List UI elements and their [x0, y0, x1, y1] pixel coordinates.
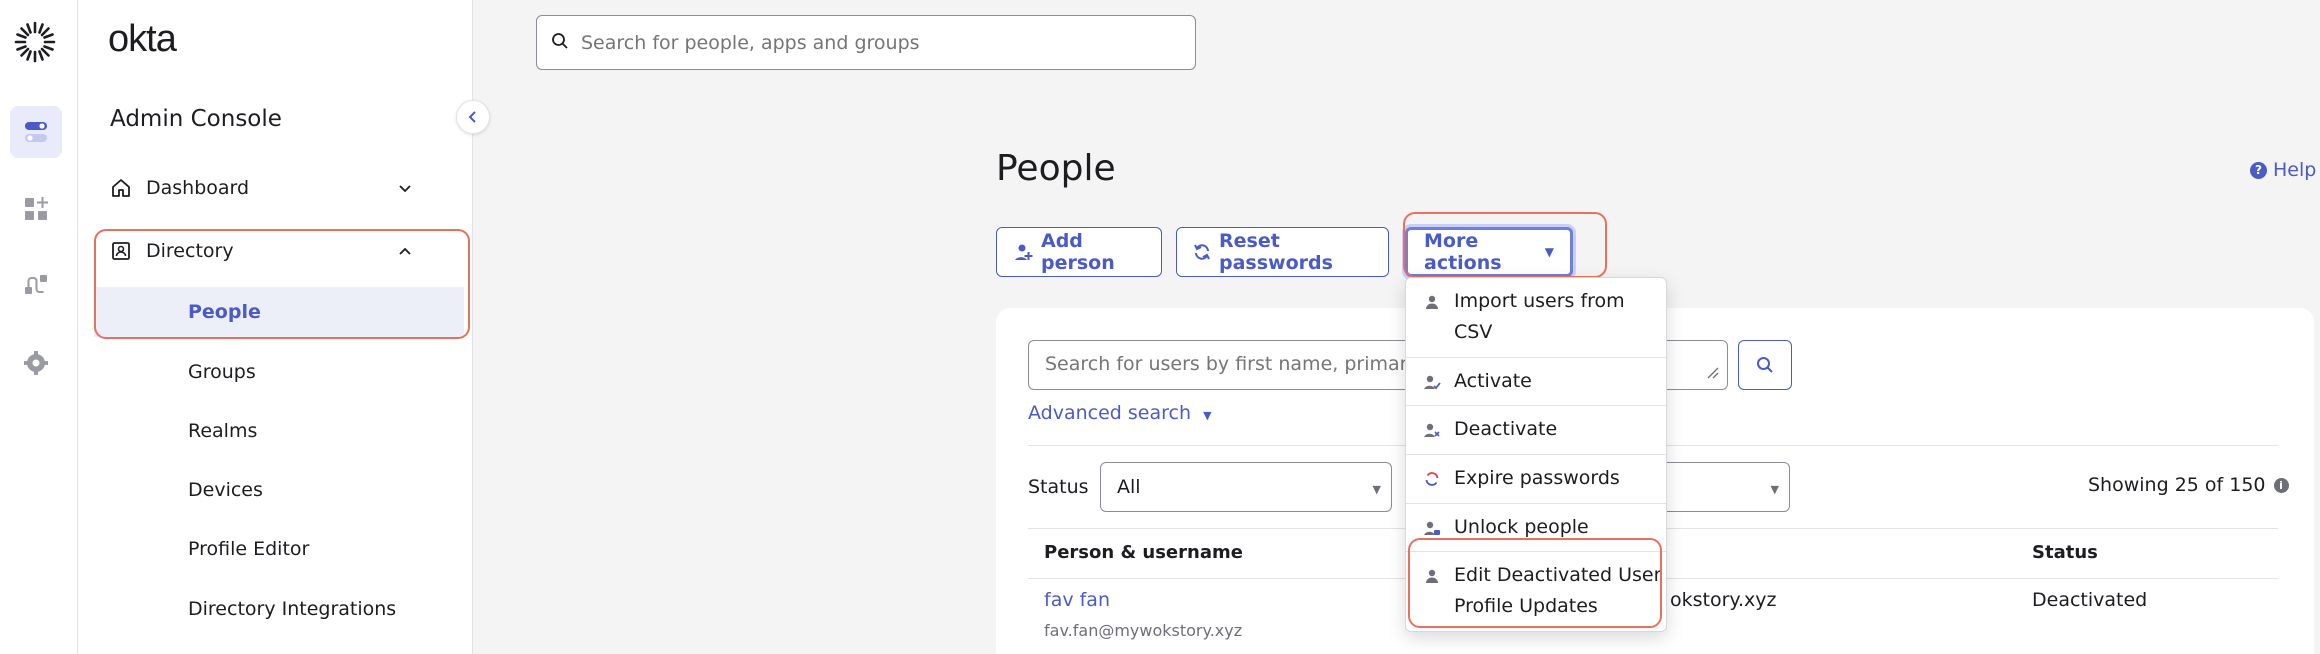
- okta-sunburst-logo[interactable]: [12, 19, 58, 65]
- menu-divider: [1406, 405, 1666, 406]
- chevron-down-icon: [397, 179, 413, 201]
- menu-item-edit-line1: Edit Deactivated User: [1454, 564, 1662, 586]
- sidebar-item-realms[interactable]: Realms: [94, 406, 464, 456]
- nav-directory-label: Directory: [146, 240, 234, 262]
- okta-wordmark: okta: [108, 18, 177, 60]
- person-status: Deactivated: [2032, 589, 2148, 611]
- menu-divider: [1406, 503, 1666, 504]
- caret-down-icon: ▼: [1544, 245, 1554, 259]
- refresh-icon: [1422, 463, 1442, 494]
- caret-down-icon: ▼: [1372, 483, 1381, 496]
- menu-item-unlock-people-label: Unlock people: [1454, 516, 1589, 538]
- global-search[interactable]: [536, 15, 1196, 70]
- menu-item-activate[interactable]: Activate: [1406, 366, 1666, 397]
- console-title: Admin Console: [110, 106, 282, 132]
- directory-icon: [108, 238, 134, 264]
- status-filter-select[interactable]: All ▼: [1100, 462, 1392, 512]
- menu-item-edit-deactivated-profile[interactable]: Edit Deactivated User Profile Updates: [1406, 560, 1666, 622]
- chevron-up-icon: [397, 242, 413, 264]
- more-actions-label: More actions: [1424, 230, 1502, 274]
- menu-item-expire-passwords[interactable]: Expire passwords: [1406, 463, 1666, 494]
- menu-item-deactivate-label: Deactivate: [1454, 418, 1558, 440]
- person-name-link[interactable]: fav fan: [1044, 589, 1110, 611]
- menu-item-import-csv[interactable]: Import users from CSV: [1406, 286, 1666, 348]
- column-header-status[interactable]: Status: [2032, 542, 2098, 563]
- menu-item-unlock-people[interactable]: Unlock people: [1406, 512, 1666, 543]
- resize-handle-icon: [1705, 364, 1719, 383]
- nav-dashboard[interactable]: Dashboard: [108, 165, 443, 211]
- menu-item-edit-line2: Profile Updates: [1454, 595, 1598, 617]
- menu-item-expire-passwords-label: Expire passwords: [1454, 467, 1620, 489]
- person-email: okstory.xyz: [1670, 589, 1777, 611]
- person-icon: [1422, 560, 1442, 591]
- caret-down-icon: ▼: [1203, 409, 1212, 422]
- more-actions-button[interactable]: More actions ▼: [1405, 227, 1573, 277]
- collapse-sidebar-button[interactable]: [456, 100, 490, 134]
- menu-divider: [1406, 357, 1666, 358]
- sidebar-item-devices[interactable]: Devices: [94, 465, 464, 515]
- more-actions-menu: Import users from CSV Activate Deactivat…: [1405, 277, 1667, 632]
- person-check-icon: [1422, 366, 1442, 397]
- chevron-left-icon: [468, 111, 476, 123]
- menu-item-deactivate[interactable]: Deactivate: [1406, 414, 1666, 445]
- person-icon: [1422, 286, 1442, 317]
- info-icon: i: [2273, 477, 2289, 493]
- help-icon: ?: [2250, 161, 2267, 179]
- rail-toggle-icon[interactable]: [10, 106, 62, 158]
- status-filter-label: Status: [1028, 476, 1089, 498]
- advanced-search-label: Advanced search: [1028, 402, 1192, 424]
- add-person-label: Add person: [1041, 230, 1115, 274]
- help-label: Help: [2273, 159, 2317, 181]
- person-username: fav.fan@mywokstory.xyz: [1044, 621, 1243, 640]
- menu-item-activate-label: Activate: [1454, 370, 1532, 392]
- reset-passwords-button[interactable]: Reset passwords: [1176, 227, 1389, 277]
- results-count: Showing 25 of 150 i: [2088, 474, 2289, 496]
- menu-item-import-line1: Import users from: [1454, 290, 1625, 312]
- refresh-icon: [1193, 243, 1211, 261]
- advanced-search-link[interactable]: Advanced search ▼: [1028, 402, 1212, 424]
- sidebar-item-people[interactable]: People: [94, 287, 464, 337]
- nav-directory[interactable]: Directory: [108, 228, 443, 274]
- rail-workflow-icon[interactable]: [10, 259, 62, 311]
- column-header-person[interactable]: Person & username: [1044, 542, 1243, 563]
- rail-add-app-icon[interactable]: [10, 183, 62, 235]
- rail-settings-icon[interactable]: [10, 337, 62, 389]
- help-link[interactable]: ? Help: [2250, 159, 2316, 181]
- person-unlock-icon: [1422, 512, 1442, 543]
- global-search-input[interactable]: [581, 31, 1141, 54]
- status-filter-value: All: [1117, 476, 1141, 498]
- reset-passwords-label: Reset passwords: [1219, 230, 1333, 274]
- add-person-button[interactable]: Add person: [996, 227, 1162, 277]
- home-icon: [108, 175, 134, 201]
- user-search-button[interactable]: [1738, 340, 1792, 390]
- person-x-icon: [1422, 414, 1442, 445]
- add-person-icon: [1013, 242, 1033, 262]
- menu-item-import-line2: CSV: [1454, 321, 1493, 343]
- sidebar-item-groups[interactable]: Groups: [94, 347, 464, 397]
- sidebar-item-directory-integrations[interactable]: Directory Integrations: [94, 584, 464, 634]
- menu-divider: [1406, 454, 1666, 455]
- search-icon: [551, 32, 569, 54]
- nav-dashboard-label: Dashboard: [146, 177, 250, 199]
- sidebar-item-profile-editor[interactable]: Profile Editor: [94, 524, 464, 574]
- page-title: People: [996, 148, 1116, 189]
- caret-down-icon: ▼: [1770, 483, 1779, 496]
- results-count-label: Showing 25 of 150: [2088, 474, 2266, 496]
- menu-divider: [1406, 551, 1666, 552]
- sidebar: okta Admin Console Dashboard Directory P…: [78, 0, 473, 654]
- search-icon: [1757, 357, 1773, 373]
- app-rail: [0, 0, 78, 654]
